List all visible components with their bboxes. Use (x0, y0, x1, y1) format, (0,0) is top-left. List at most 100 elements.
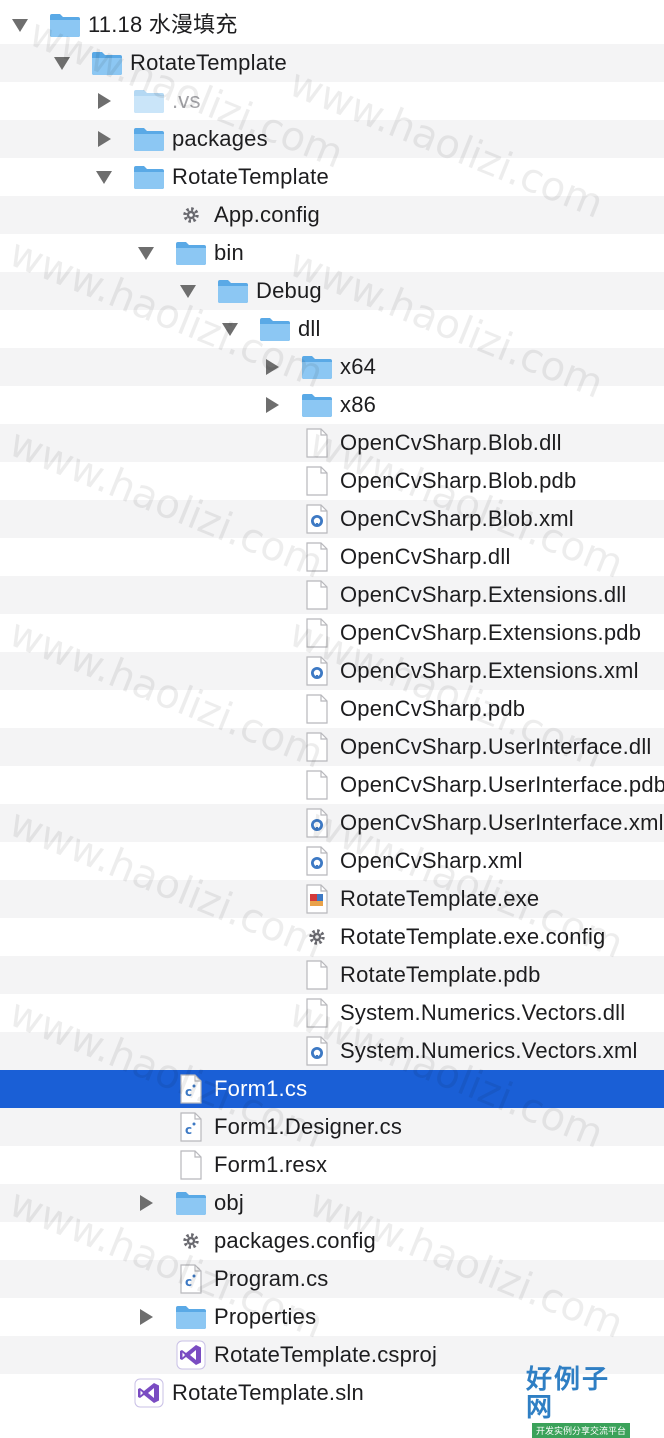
folder-icon (48, 6, 82, 44)
file-row[interactable]: c Form1.cs (0, 1070, 664, 1108)
file-row[interactable]: Form1.resx (0, 1146, 664, 1184)
row-label: OpenCvSharp.UserInterface.pdb (340, 772, 664, 797)
disclosure-collapsed-icon[interactable] (96, 82, 112, 120)
disclosure-expanded-icon[interactable] (138, 234, 154, 272)
row-label: OpenCvSharp.Extensions.xml (340, 658, 639, 683)
document-icon (300, 766, 334, 804)
row-label: Program.cs (214, 1266, 329, 1291)
document-icon (300, 462, 334, 500)
disclosure-collapsed-icon[interactable] (264, 348, 280, 386)
folder-icon (174, 234, 208, 272)
csharp-file-icon: c (174, 1070, 208, 1108)
folder-icon (132, 120, 166, 158)
folder-row[interactable]: bin (0, 234, 664, 272)
disclosure-expanded-icon[interactable] (180, 272, 196, 310)
document-icon (300, 956, 334, 994)
disclosure-collapsed-icon[interactable] (96, 120, 112, 158)
folder-row[interactable]: x86 (0, 386, 664, 424)
file-row[interactable]: App.config (0, 196, 664, 234)
row-label: OpenCvSharp.UserInterface.dll (340, 734, 652, 759)
gear-icon (174, 1222, 208, 1260)
visual-studio-icon (132, 1374, 166, 1412)
visual-studio-icon (174, 1336, 208, 1374)
folder-row[interactable]: Debug (0, 272, 664, 310)
file-row[interactable]: OpenCvSharp.dll (0, 538, 664, 576)
disclosure-collapsed-icon[interactable] (264, 386, 280, 424)
row-label: OpenCvSharp.Extensions.pdb (340, 620, 642, 645)
folder-row[interactable]: RotateTemplate (0, 44, 664, 82)
folder-row[interactable]: RotateTemplate (0, 158, 664, 196)
file-row[interactable]: OpenCvSharp.Extensions.pdb (0, 614, 664, 652)
xml-file-icon (300, 842, 334, 880)
disclosure-expanded-icon[interactable] (96, 158, 112, 196)
folder-icon (216, 272, 250, 310)
disclosure-collapsed-icon[interactable] (138, 1184, 154, 1222)
row-label: obj (214, 1190, 244, 1215)
row-label: RotateTemplate.exe (340, 886, 540, 911)
file-row[interactable]: System.Numerics.Vectors.dll (0, 994, 664, 1032)
disclosure-expanded-icon[interactable] (12, 6, 28, 44)
folder-icon (132, 82, 166, 120)
svg-text:c: c (185, 1123, 192, 1137)
row-label: .vs (172, 88, 201, 113)
disclosure-collapsed-icon[interactable] (138, 1298, 154, 1336)
gear-icon (174, 196, 208, 234)
file-row[interactable]: OpenCvSharp.xml (0, 842, 664, 880)
xml-file-icon (300, 804, 334, 842)
row-label: OpenCvSharp.Extensions.dll (340, 582, 627, 607)
row-label: packages.config (214, 1228, 376, 1253)
folder-row[interactable]: packages (0, 120, 664, 158)
folder-icon (300, 348, 334, 386)
row-label: Properties (214, 1304, 317, 1329)
file-row[interactable]: OpenCvSharp.Extensions.dll (0, 576, 664, 614)
file-row[interactable]: OpenCvSharp.pdb (0, 690, 664, 728)
disclosure-expanded-icon[interactable] (54, 44, 70, 82)
folder-icon (258, 310, 292, 348)
disclosure-expanded-icon[interactable] (222, 310, 238, 348)
file-row[interactable]: OpenCvSharp.Blob.xml (0, 500, 664, 538)
xml-file-icon (300, 500, 334, 538)
document-icon (174, 1146, 208, 1184)
folder-row[interactable]: Properties (0, 1298, 664, 1336)
file-row[interactable]: OpenCvSharp.UserInterface.dll (0, 728, 664, 766)
folder-row[interactable]: obj (0, 1184, 664, 1222)
row-label: RotateTemplate.csproj (214, 1342, 438, 1367)
document-icon (300, 728, 334, 766)
folder-row[interactable]: x64 (0, 348, 664, 386)
logo-sub-text: 开发实例分享交流平台 (531, 1423, 630, 1438)
row-label: RotateTemplate.pdb (340, 962, 541, 987)
file-row[interactable]: System.Numerics.Vectors.xml (0, 1032, 664, 1070)
row-label: OpenCvSharp.xml (340, 848, 523, 873)
row-label: 11.18 水漫填充 (88, 12, 238, 37)
file-row[interactable]: RotateTemplate.exe.config (0, 918, 664, 956)
file-row[interactable]: RotateTemplate.exe (0, 880, 664, 918)
row-label: Form1.Designer.cs (214, 1114, 403, 1139)
file-row[interactable]: c Form1.Designer.cs (0, 1108, 664, 1146)
row-label: System.Numerics.Vectors.xml (340, 1038, 638, 1063)
file-row[interactable]: RotateTemplate.pdb (0, 956, 664, 994)
document-icon (300, 424, 334, 462)
svg-text:c: c (185, 1085, 192, 1099)
file-row[interactable]: OpenCvSharp.Extensions.xml (0, 652, 664, 690)
file-row[interactable]: packages.config (0, 1222, 664, 1260)
svg-text:c: c (185, 1275, 192, 1289)
row-label: System.Numerics.Vectors.dll (340, 1000, 626, 1025)
row-label: App.config (214, 202, 320, 227)
row-label: OpenCvSharp.UserInterface.xml (340, 810, 664, 835)
document-icon (300, 576, 334, 614)
file-row[interactable]: OpenCvSharp.UserInterface.xml (0, 804, 664, 842)
file-row[interactable]: OpenCvSharp.Blob.dll (0, 424, 664, 462)
row-label: OpenCvSharp.Blob.dll (340, 430, 562, 455)
file-row[interactable]: OpenCvSharp.UserInterface.pdb (0, 766, 664, 804)
folder-row[interactable]: .vs (0, 82, 664, 120)
file-row[interactable]: OpenCvSharp.Blob.pdb (0, 462, 664, 500)
folder-row[interactable]: dll (0, 310, 664, 348)
file-row[interactable]: c Program.cs (0, 1260, 664, 1298)
gear-icon (300, 918, 334, 956)
row-label: RotateTemplate.sln (172, 1380, 364, 1405)
row-label: RotateTemplate.exe.config (340, 924, 606, 949)
folder-icon (90, 44, 124, 82)
row-label: packages (172, 126, 268, 151)
folder-row[interactable]: 11.18 水漫填充 (0, 6, 664, 44)
folder-icon (132, 158, 166, 196)
